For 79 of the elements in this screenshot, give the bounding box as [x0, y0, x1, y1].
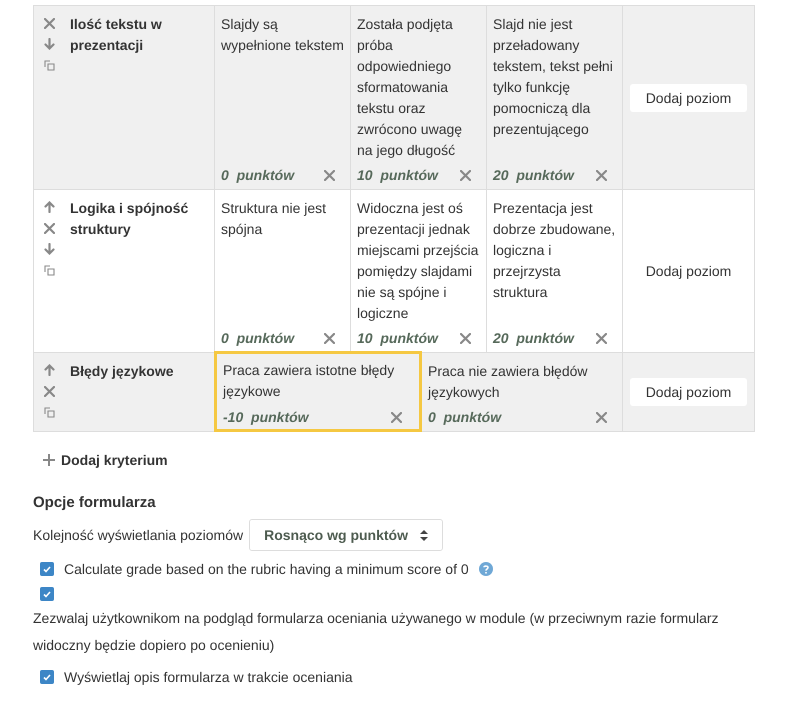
level-description: Praca nie zawiera błędów językowych [428, 362, 589, 402]
level-cell[interactable]: Struktura nie jest spójna 0 punktów [215, 190, 351, 352]
move-down-button[interactable] [42, 241, 56, 257]
delete-button[interactable] [42, 220, 56, 236]
level-points: 10 punktów [357, 167, 438, 183]
check-icon [43, 674, 51, 680]
level-cell[interactable]: Widoczna jest oś prezentacji jednak miejscami przejścia pomiędzy slajdami nie są spójne i logiczne 10 punktów [351, 190, 487, 352]
level-cell[interactable]: Praca nie zawiera błędów językowych 0 punktów [422, 353, 623, 431]
checkbox[interactable] [40, 670, 54, 684]
level-description: Prezentacja jest dobrze zbudowane, logiczna i przejrzysta struktura [493, 199, 616, 302]
level-description: Została podjęta próba odpowiedniego sformatowania tekstu oraz zwrócono uwagę na jego długość [357, 15, 464, 160]
checkbox[interactable] [40, 587, 54, 601]
duplicate-icon [44, 264, 54, 276]
delete-button[interactable] [458, 330, 472, 346]
criterion-name: Ilość tekstu w prezentacji [70, 15, 163, 55]
arrow-up-icon [44, 201, 54, 213]
level-cell[interactable]: Została podjęta próba odpowiedniego sformatowania tekstu oraz zwrócono uwagę na jego długość 10 punktów [351, 6, 487, 189]
criterion-name: Błędy językowe [70, 362, 174, 381]
duplicate-icon [44, 406, 54, 418]
level-description: Praca zawiera istotne błędy językowe [223, 361, 396, 401]
level-description: Widoczna jest oś prezentacji jednak miejscami przejścia pomiędzy slajdami nie są spójne i logiczne [357, 199, 480, 323]
check-icon [43, 566, 51, 572]
caret-icon [420, 530, 428, 540]
level-points: 0 punktów [221, 330, 294, 346]
arrow-down-icon [44, 38, 54, 50]
close-icon [44, 18, 54, 28]
field-label: Kolejność wyświetlania poziomów [33, 527, 244, 543]
close-icon [596, 412, 606, 422]
delete-button[interactable] [322, 330, 336, 346]
delete-button[interactable] [42, 15, 56, 31]
delete-button[interactable] [389, 409, 403, 425]
level-points: 20 punktów [493, 330, 574, 346]
checkbox[interactable] [40, 562, 54, 576]
delete-button[interactable] [458, 167, 472, 183]
close-icon [324, 332, 334, 344]
level-cell[interactable]: Prezentacja jest dobrze zbudowane, logiczna i przejrzysta struktura 20 punktów [487, 190, 623, 352]
section-heading: Opcje formularza [33, 494, 157, 511]
close-icon [460, 332, 470, 344]
move-up-button[interactable] [42, 362, 56, 378]
move-up-button[interactable] [42, 199, 56, 215]
add-level-button[interactable]: Dodaj poziom [630, 378, 747, 406]
level-cell[interactable]: Praca zawiera istotne błędy językowe -10 punktów [214, 351, 422, 432]
level-description: Slajdy są wypełnione tekstem [221, 15, 344, 55]
delete-button[interactable] [594, 330, 608, 346]
close-icon [596, 170, 606, 180]
checkbox-label: Zezwalaj użytkownikom na podgląd formularza oceniania używanego w module (w przeciwnym razie formularz widoczny będzie dopiero po ocenieniu) [33, 609, 720, 655]
delete-button[interactable] [322, 167, 336, 183]
checkbox-label: Calculate grade based on the rubric having a minimum score of 0 [64, 560, 469, 579]
check-icon [43, 590, 51, 598]
close-icon [324, 170, 334, 180]
delete-button[interactable] [594, 167, 608, 183]
level-points: -10 punktów [223, 409, 309, 425]
delete-button[interactable] [42, 383, 56, 399]
arrow-up-icon [44, 364, 54, 376]
close-icon [390, 412, 402, 422]
close-icon [596, 332, 606, 344]
level-cell[interactable]: Slajd nie jest przeładowany tekstem, tekst pełni tylko funkcję pomocniczą dla prezentującego 20 punktów [487, 6, 623, 189]
order-select[interactable]: Rosnąco wg punktów [249, 519, 443, 551]
close-icon [44, 386, 54, 396]
plus-icon [43, 454, 55, 466]
move-down-button[interactable] [42, 36, 56, 52]
add-level-button[interactable]: Dodaj poziom [630, 84, 747, 112]
level-points: 10 punktów [357, 330, 438, 346]
duplicate-icon [44, 60, 54, 70]
level-points: 20 punktów [493, 167, 574, 183]
close-icon [460, 170, 470, 180]
close-icon [44, 222, 54, 234]
criterion-name: Logika i spójność struktury [70, 199, 190, 239]
level-description: Struktura nie jest spójna [221, 199, 328, 239]
level-cell[interactable]: Slajdy są wypełnione tekstem 0 punktów [215, 6, 351, 189]
delete-button[interactable] [594, 409, 608, 425]
arrow-down-icon [44, 243, 54, 255]
add-criterion-button[interactable]: Dodaj kryterium [43, 452, 168, 468]
checkbox-label: Wyświetlaj opis formularza w trakcie oceniania [64, 668, 353, 687]
level-points: 0 punktów [428, 409, 502, 425]
level-points: 0 punktów [221, 167, 294, 183]
level-description: Slajd nie jest przeładowany tekstem, tekst pełni tylko funkcję pomocniczą dla prezentującego [493, 15, 614, 139]
add-level-button[interactable]: Dodaj poziom [630, 257, 747, 285]
help-icon[interactable] [478, 562, 493, 576]
